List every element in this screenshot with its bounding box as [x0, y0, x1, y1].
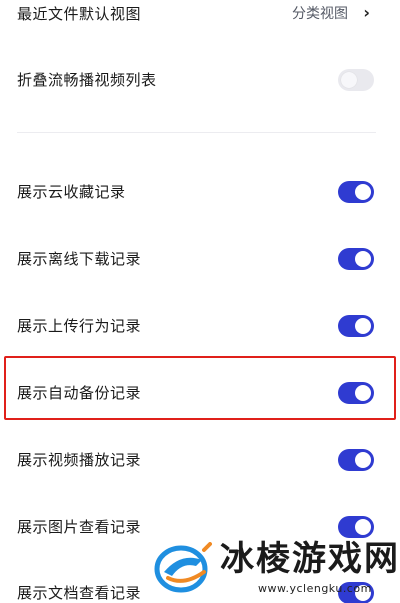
video-playback-toggle[interactable] — [338, 449, 374, 471]
offline-downloads-toggle[interactable] — [338, 248, 374, 270]
settings-page: 最近文件默认视图 分类视图 › 折叠流畅播视频列表 展示云收藏记录 展示离线下载… — [0, 0, 400, 603]
toggle-row-upload-activity: 展示上传行为记录 — [0, 308, 400, 344]
toggle-row-cloud-favorites: 展示云收藏记录 — [0, 174, 400, 210]
watermark-url: www.yclengku.com — [258, 582, 372, 595]
section-divider — [17, 132, 376, 133]
toggle-knob — [355, 318, 371, 334]
toggle-knob — [355, 251, 371, 267]
toggle-row-offline-downloads: 展示离线下载记录 — [0, 241, 400, 277]
watermark: 冰棱游戏网 www.yclengku.com — [148, 536, 400, 603]
toggle-row-video-playback: 展示视频播放记录 — [0, 442, 400, 478]
toggle-label: 展示视频播放记录 — [17, 451, 142, 469]
recent-files-view-value: 分类视图 — [292, 6, 348, 22]
toggle-knob — [355, 519, 371, 535]
recent-files-view-label: 最近文件默认视图 — [17, 5, 142, 23]
toggle-label: 展示云收藏记录 — [17, 183, 126, 201]
recent-files-view-row[interactable]: 最近文件默认视图 分类视图 › — [0, 0, 400, 30]
cloud-favorites-toggle[interactable] — [338, 181, 374, 203]
auto-backup-toggle[interactable] — [338, 382, 374, 404]
fold-video-list-row: 折叠流畅播视频列表 — [0, 62, 400, 98]
fold-video-list-toggle[interactable] — [338, 69, 374, 91]
toggle-knob — [355, 385, 371, 401]
fold-video-list-label: 折叠流畅播视频列表 — [17, 71, 157, 89]
toggle-knob — [341, 72, 357, 88]
toggle-label: 展示文档查看记录 — [17, 584, 142, 602]
watermark-title: 冰棱游戏网 — [220, 539, 400, 579]
chevron-right-icon: › — [363, 3, 370, 22]
toggle-knob — [355, 452, 371, 468]
image-viewing-toggle[interactable] — [338, 516, 374, 538]
toggle-label: 展示图片查看记录 — [17, 518, 142, 536]
ice-logo-icon — [154, 542, 212, 593]
toggle-row-auto-backup: 展示自动备份记录 — [0, 375, 400, 411]
toggle-knob — [355, 184, 371, 200]
toggle-label: 展示自动备份记录 — [17, 384, 142, 402]
toggle-label: 展示上传行为记录 — [17, 317, 142, 335]
toggle-label: 展示离线下载记录 — [17, 250, 142, 268]
upload-activity-toggle[interactable] — [338, 315, 374, 337]
